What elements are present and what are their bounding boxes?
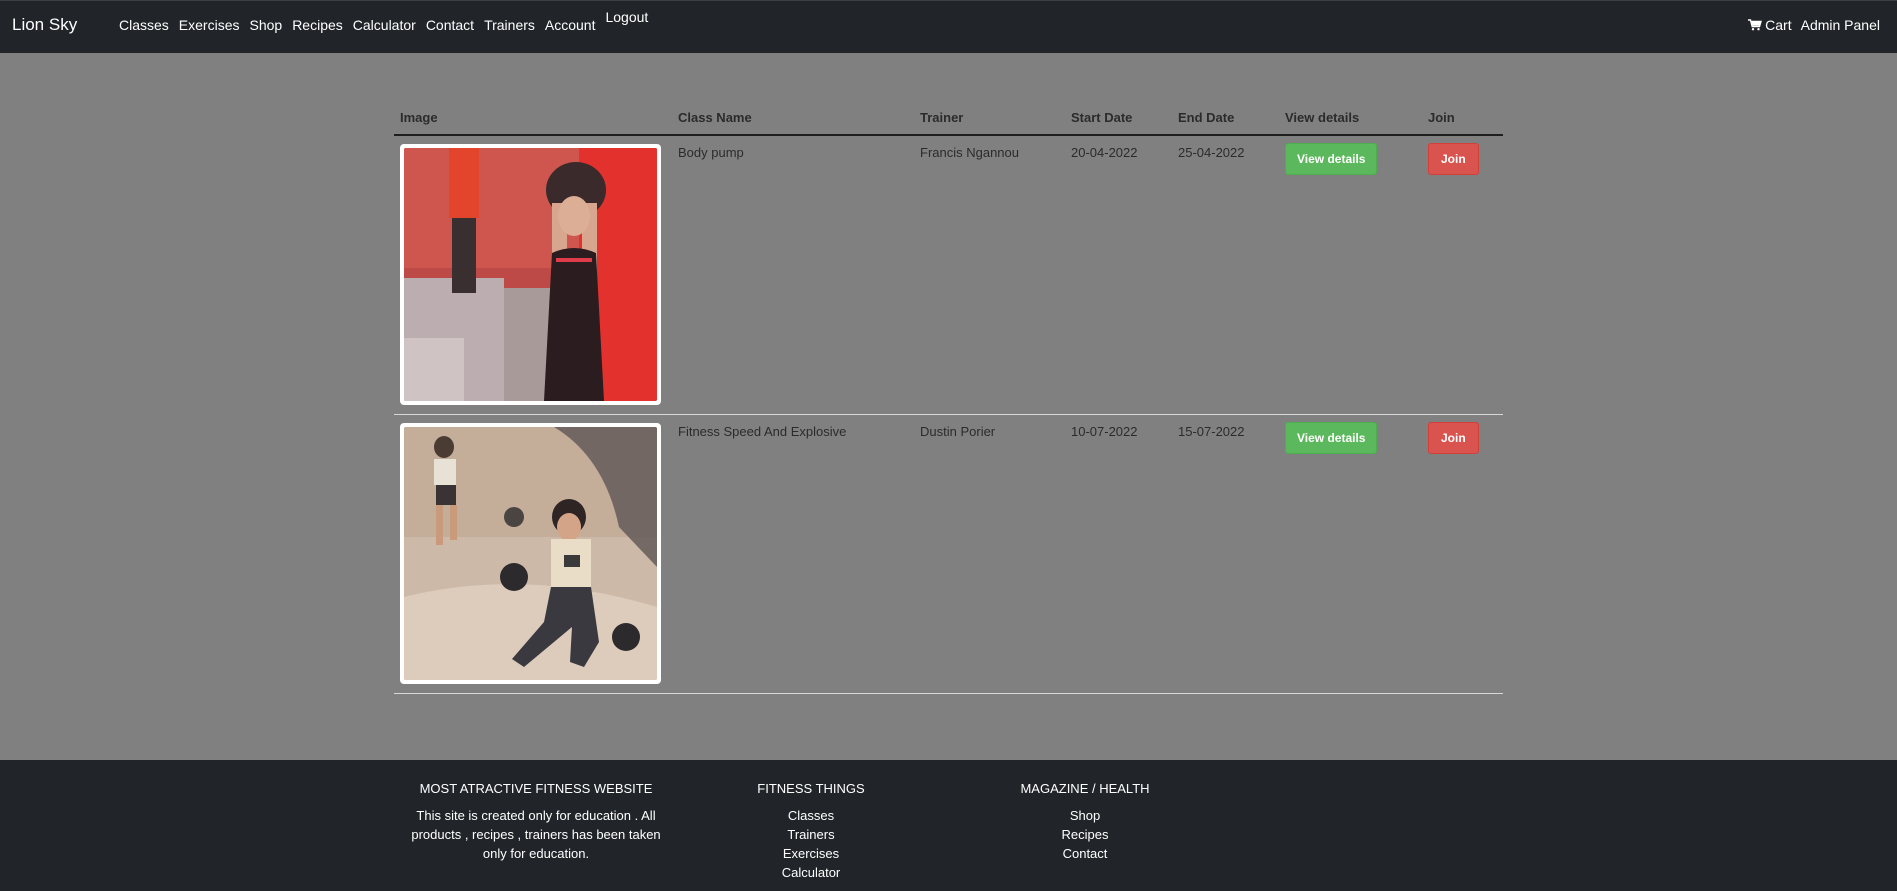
start-date-cell: 10-07-2022: [1065, 414, 1172, 694]
join-cell: Join: [1422, 135, 1503, 415]
header-image: Image: [394, 100, 672, 136]
class-image-frame: [400, 422, 661, 684]
footer-col-fitness: FITNESS THINGS Classes Trainers Exercise…: [740, 781, 882, 882]
nav-link-calculator[interactable]: Calculator: [353, 17, 416, 33]
start-date-cell: 20-04-2022: [1065, 135, 1172, 415]
join-cell: Join: [1422, 414, 1503, 694]
nav-link-classes[interactable]: Classes: [119, 17, 169, 33]
table-header-row: Image Class Name Trainer Start Date End …: [394, 100, 1503, 136]
view-details-button[interactable]: View details: [1285, 421, 1378, 454]
trainer-cell: Francis Ngannou: [914, 135, 1065, 415]
image-cell: [394, 414, 672, 694]
footer-col-about: MOST ATRACTIVE FITNESS WEBSITE This site…: [405, 781, 667, 863]
join-button[interactable]: Join: [1428, 421, 1479, 454]
cart-label: Cart: [1765, 17, 1792, 33]
footer-link-contact[interactable]: Contact: [1005, 844, 1165, 863]
nav-link-shop[interactable]: Shop: [249, 17, 282, 33]
header-end-date: End Date: [1172, 100, 1279, 136]
footer-link-calculator[interactable]: Calculator: [740, 863, 882, 882]
nav-link-logout[interactable]: Logout: [605, 9, 648, 25]
end-date-cell: 15-07-2022: [1172, 414, 1279, 694]
header-start-date: Start Date: [1065, 100, 1172, 136]
footer-about-text: This site is created only for education …: [411, 808, 661, 861]
shopping-cart-icon: [1748, 19, 1763, 31]
image-cell: [394, 135, 672, 415]
footer-fitness-title: FITNESS THINGS: [757, 781, 865, 796]
view-details-cell: View details: [1279, 135, 1422, 415]
footer-magazine-title: MAGAZINE / HEALTH: [1020, 781, 1150, 796]
footer-link-shop[interactable]: Shop: [1005, 806, 1165, 825]
cart-link[interactable]: Cart: [1748, 17, 1792, 33]
header-join: Join: [1422, 100, 1503, 136]
classes-table: Image Class Name Trainer Start Date End …: [394, 100, 1503, 694]
footer-link-trainers[interactable]: Trainers: [740, 825, 882, 844]
join-button[interactable]: Join: [1428, 143, 1479, 175]
footer-col-magazine: MAGAZINE / HEALTH Shop Recipes Contact: [1005, 781, 1165, 863]
class-image-frame: [400, 144, 661, 405]
nav-link-contact[interactable]: Contact: [426, 17, 474, 33]
trainer-cell: Dustin Porier: [914, 414, 1065, 694]
header-class-name: Class Name: [672, 100, 914, 136]
header-view-details: View details: [1279, 100, 1422, 136]
footer: MOST ATRACTIVE FITNESS WEBSITE This site…: [0, 760, 1897, 891]
view-details-button[interactable]: View details: [1285, 143, 1378, 175]
nav-link-account[interactable]: Account: [545, 17, 596, 33]
nav-link-recipes[interactable]: Recipes: [292, 17, 343, 33]
class-image-fitness-speed: [404, 426, 657, 680]
class-image-body-pump: [404, 148, 657, 401]
class-name-cell: Body pump: [672, 135, 914, 415]
top-navbar: Lion Sky Classes Exercises Shop Recipes …: [0, 0, 1897, 53]
end-date-cell: 25-04-2022: [1172, 135, 1279, 415]
footer-about-title: MOST ATRACTIVE FITNESS WEBSITE: [419, 781, 653, 796]
class-name-cell: Fitness Speed And Explosive: [672, 414, 914, 694]
nav-link-exercises[interactable]: Exercises: [179, 17, 240, 33]
footer-link-classes[interactable]: Classes: [740, 806, 882, 825]
view-details-cell: View details: [1279, 414, 1422, 694]
nav-link-trainers[interactable]: Trainers: [484, 17, 535, 33]
table-row: Body pump Francis Ngannou 20-04-2022 25-…: [394, 135, 1503, 415]
footer-link-exercises[interactable]: Exercises: [740, 844, 882, 863]
table-row: Fitness Speed And Explosive Dustin Porie…: [394, 414, 1503, 694]
brand-logo[interactable]: Lion Sky: [12, 15, 77, 35]
nav-right: Cart Admin Panel: [1739, 17, 1880, 33]
nav-links: Classes Exercises Shop Recipes Calculato…: [119, 9, 658, 33]
footer-link-recipes[interactable]: Recipes: [1005, 825, 1165, 844]
header-trainer: Trainer: [914, 100, 1065, 136]
admin-panel-link[interactable]: Admin Panel: [1801, 17, 1880, 33]
